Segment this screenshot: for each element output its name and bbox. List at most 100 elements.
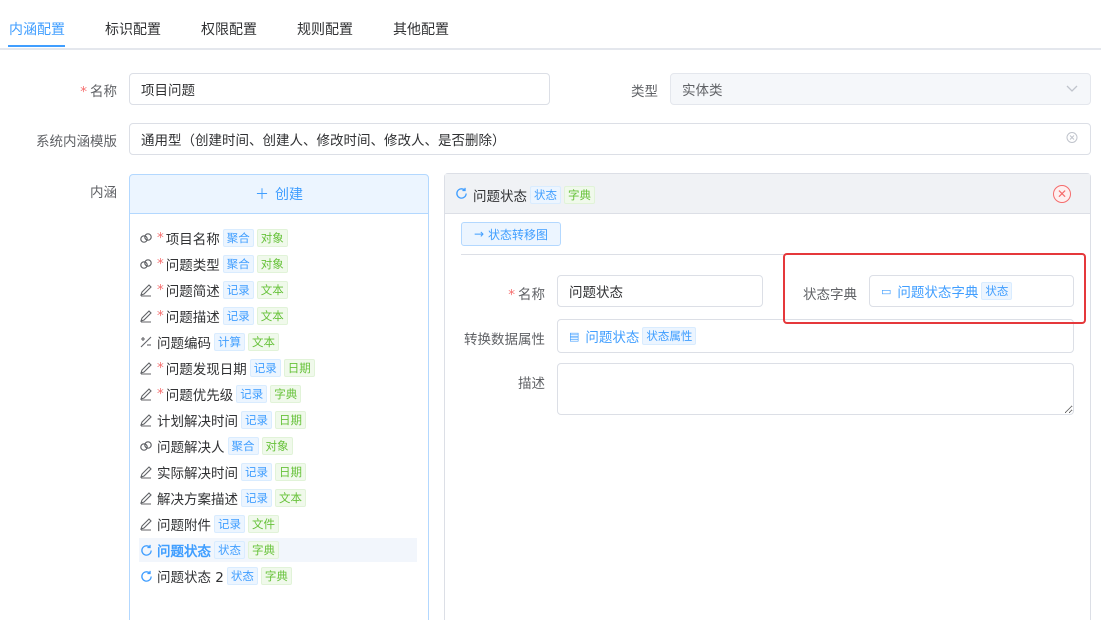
list-item[interactable]: 计划解决时间 记录 日期	[139, 408, 306, 432]
name-input[interactable]: 项目问题	[129, 73, 550, 105]
link-icon	[139, 439, 153, 453]
panel-tag-dict: 字典	[564, 186, 595, 204]
list-item-tag: 文本	[248, 333, 279, 351]
list-item-tag: 计算	[214, 333, 245, 351]
required-mark: *	[157, 256, 164, 272]
list-item-label: 问题编码	[157, 336, 211, 352]
type-label: 类型	[631, 84, 658, 100]
desc-textarea[interactable]	[557, 363, 1074, 415]
list-item-tag: 聚合	[222, 255, 254, 273]
list-item[interactable]: * 问题类型 聚合 对象	[139, 252, 288, 276]
list-item[interactable]: 问题编码 计算 文本	[139, 330, 279, 354]
list-item-tag: 日期	[275, 411, 306, 429]
chevron-down-icon	[1066, 82, 1078, 96]
list-item[interactable]: * 问题简述 记录 文本	[139, 278, 288, 302]
type-select[interactable]: 实体类	[670, 73, 1091, 105]
tab-other[interactable]: 其他配置	[393, 19, 449, 39]
list-item-label: 项目名称	[165, 232, 220, 248]
list-item-tag: 记录	[241, 489, 272, 507]
list-item[interactable]: 实际解决时间 记录 日期	[139, 460, 306, 484]
list-item-tag: 文本	[256, 281, 288, 299]
panel-name-value: 问题状态	[569, 285, 623, 301]
refresh-icon	[139, 543, 153, 557]
list-item[interactable]: 问题附件 记录 文件	[139, 512, 279, 536]
list-item-label: 计划解决时间	[157, 414, 238, 430]
tab-rules[interactable]: 规则配置	[297, 19, 353, 39]
panel-header: 问题状态 状态 字典 ✕	[445, 174, 1090, 214]
required-mark: *	[157, 230, 164, 246]
highlight-box	[783, 253, 1086, 324]
edit-icon	[139, 413, 153, 427]
template-select-value: 通用型（创建时间、创建人、修改时间、修改人、是否删除）	[141, 133, 506, 149]
link-icon	[139, 257, 153, 271]
tab-bar: 内涵配置 标识配置 权限配置 规则配置 其他配置	[0, 0, 1101, 50]
panel-name-label-text: 名称	[518, 287, 545, 303]
list-item-tag: 文件	[248, 515, 279, 533]
convert-select[interactable]: ▤ 问题状态 状态属性	[557, 319, 1074, 353]
list-item-label: 问题类型	[165, 258, 220, 274]
list-item[interactable]: * 问题优先级 记录 字典	[139, 382, 302, 406]
close-icon[interactable]: ✕	[1053, 185, 1071, 203]
list-item-tag: 记录	[249, 359, 281, 377]
create-button[interactable]: ＋ 创建	[129, 174, 429, 214]
template-select[interactable]: 通用型（创建时间、创建人、修改时间、修改人、是否删除）	[129, 123, 1091, 155]
convert-label: 转换数据属性	[464, 332, 545, 348]
active-tab-indicator	[8, 45, 65, 47]
plus-icon: ＋	[255, 187, 269, 203]
list-item-label: 问题附件	[157, 518, 211, 534]
list-item[interactable]: 问题状态 2 状态 字典	[139, 564, 292, 588]
list-item-tag: 对象	[256, 229, 288, 247]
list-item-tag: 记录	[241, 463, 272, 481]
list-item-tag: 字典	[260, 567, 292, 585]
state-transition-button[interactable]: → 状态转移图	[461, 222, 561, 246]
list-item-tag: 文本	[256, 307, 288, 325]
list-item-tag: 记录	[236, 385, 268, 403]
list-item-tag: 记录	[241, 411, 272, 429]
list-item-tag: 记录	[214, 515, 245, 533]
list-item-tag: 记录	[222, 307, 254, 325]
list-item[interactable]: * 问题发现日期 记录 日期	[139, 356, 315, 380]
edit-icon	[139, 491, 153, 505]
state-transition-label: 状态转移图	[488, 227, 549, 242]
list-item-tag: 聚合	[222, 229, 254, 247]
list-item[interactable]: 问题解决人 聚合 对象	[139, 434, 293, 458]
create-button-label: 创建	[275, 187, 303, 203]
panel-name-input[interactable]: 问题状态	[557, 275, 763, 307]
list-item-label: 解决方案描述	[157, 492, 238, 508]
list-item-label: 问题解决人	[157, 440, 225, 456]
tab-permission[interactable]: 权限配置	[201, 19, 257, 39]
list-item-tag: 对象	[261, 437, 293, 455]
required-mark: *	[157, 360, 164, 376]
list-item[interactable]: * 问题描述 记录 文本	[139, 304, 288, 328]
list-item-tag: 状态	[214, 541, 245, 559]
tab-connotation[interactable]: 内涵配置	[9, 19, 65, 39]
name-label: * 名称	[80, 84, 117, 100]
convert-value: 问题状态	[585, 330, 640, 346]
desc-label: 描述	[518, 376, 545, 392]
calc-icon	[139, 335, 153, 349]
list-item[interactable]: 解决方案描述 记录 文本	[139, 486, 306, 510]
name-input-value: 项目问题	[141, 83, 195, 99]
list-item-label: 问题简述	[165, 284, 220, 300]
edit-icon	[139, 283, 153, 297]
link-icon	[139, 231, 153, 245]
tab-identity[interactable]: 标识配置	[105, 19, 161, 39]
panel-tag-state: 状态	[530, 186, 561, 204]
list-item-label: 问题优先级	[165, 388, 234, 404]
list-item-tag: 日期	[275, 463, 306, 481]
clear-circle-icon[interactable]	[1066, 132, 1078, 147]
list-item[interactable]: * 项目名称 聚合 对象	[139, 226, 288, 250]
required-mark: *	[157, 308, 164, 324]
panel-title: 问题状态 状态 字典	[455, 185, 595, 205]
edit-icon	[139, 465, 153, 479]
list-item-label: 问题状态 2	[157, 570, 224, 586]
required-mark: *	[157, 386, 164, 402]
refresh-icon	[455, 187, 468, 204]
list-item-tag: 状态	[226, 567, 258, 585]
list-item-tag: 字典	[248, 541, 279, 559]
connotation-label: 内涵	[90, 185, 117, 201]
list-item-tag: 日期	[283, 359, 315, 377]
arrow-right-icon: →	[473, 227, 485, 241]
list-item-tag: 记录	[222, 281, 254, 299]
list-item[interactable]: 问题状态 状态 字典	[139, 538, 417, 562]
